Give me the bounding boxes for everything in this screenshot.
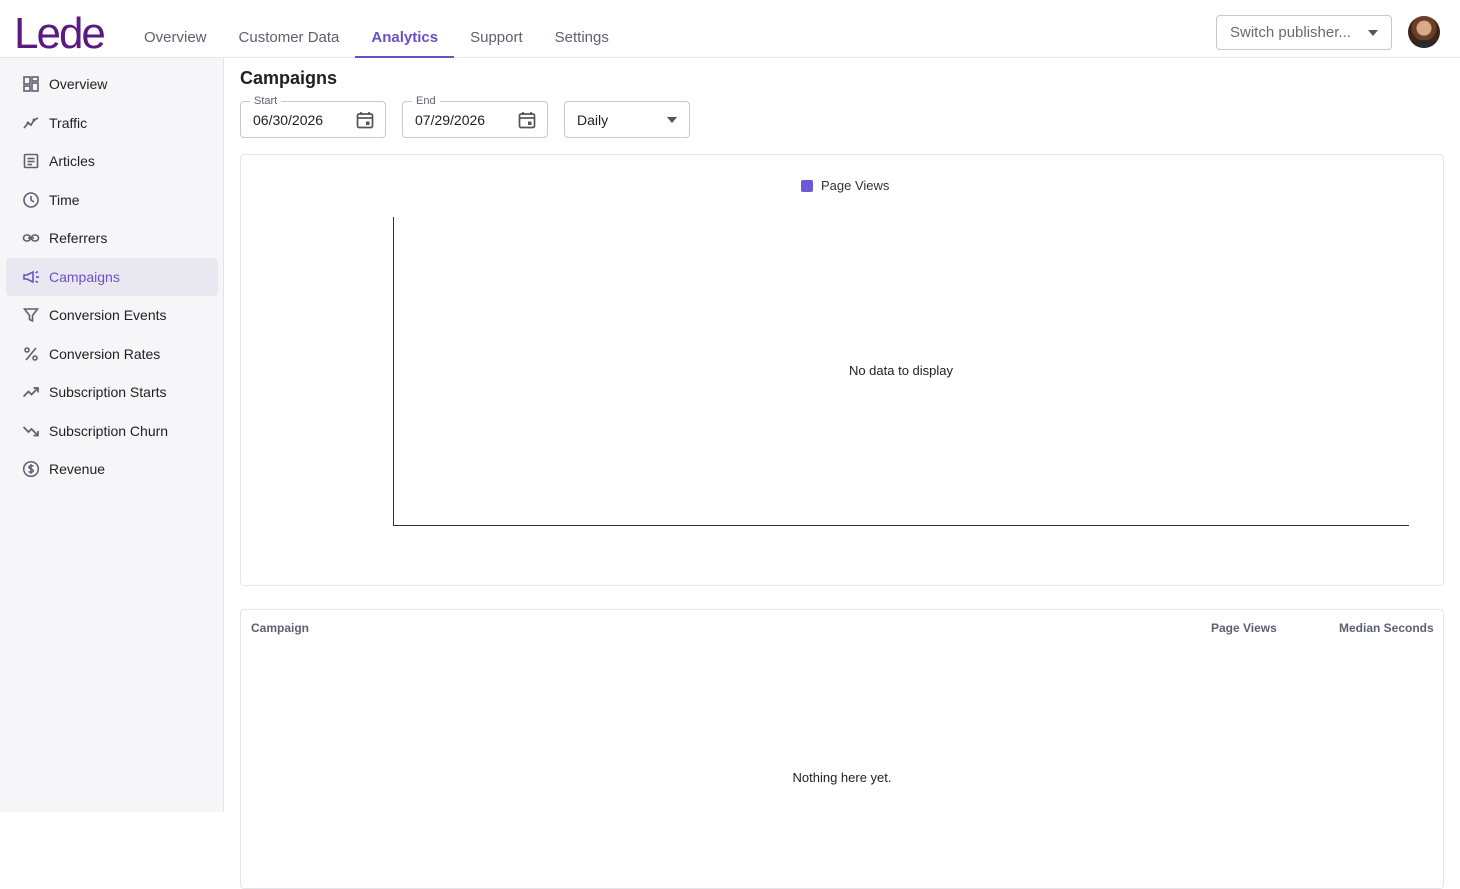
column-header-page-views[interactable]: Page Views (1211, 621, 1277, 635)
chevron-down-icon (667, 116, 677, 123)
page-title: Campaigns (240, 68, 338, 88)
sidebar-item-label: Subscription Starts (49, 384, 167, 400)
topnav-settings[interactable]: Settings (539, 0, 625, 58)
sidebar-item-conversion-events[interactable]: Conversion Events (6, 296, 218, 334)
interval-value: Daily (577, 111, 609, 128)
sidebar: Overview Traffic Articles Time Referrers… (0, 58, 224, 812)
sidebar-item-time[interactable]: Time (6, 181, 218, 219)
sidebar-item-referrers[interactable]: Referrers (6, 219, 218, 257)
column-header-campaign[interactable]: Campaign (251, 621, 309, 635)
end-date-value: 07/29/2026 (415, 111, 486, 128)
sidebar-item-articles[interactable]: Articles (6, 142, 218, 180)
sidebar-item-label: Subscription Churn (49, 423, 169, 439)
percent-icon (24, 347, 38, 361)
avatar[interactable] (1408, 16, 1440, 48)
top-bar: Lede Overview Customer Data Analytics Su… (0, 0, 1460, 58)
publisher-select[interactable]: Switch publisher... (1216, 15, 1392, 50)
calendar-icon[interactable] (517, 110, 537, 130)
sidebar-item-subscription-churn[interactable]: Subscription Churn (6, 412, 218, 450)
interval-select[interactable]: Daily (564, 101, 690, 138)
megaphone-icon (23, 270, 39, 284)
clock-icon (23, 192, 39, 208)
topnav-support[interactable]: Support (454, 0, 539, 58)
sidebar-item-label: Conversion Rates (49, 346, 161, 362)
sidebar-item-revenue[interactable]: Revenue (6, 450, 218, 488)
column-header-median-seconds[interactable]: Median Seconds (1339, 621, 1434, 635)
campaigns-table: Campaign Page Views Median Seconds Nothi… (240, 609, 1444, 889)
chart-plot: No data to display (393, 217, 1409, 526)
end-date-field[interactable]: End 07/29/2026 (402, 95, 548, 138)
trending-up-icon (22, 387, 39, 398)
sidebar-item-label: Overview (49, 76, 108, 92)
trending-down-icon (22, 426, 39, 437)
sidebar-item-label: Campaigns (49, 269, 120, 285)
end-date-label: End (412, 95, 440, 107)
link-icon (22, 234, 40, 242)
sidebar-item-label: Revenue (49, 461, 106, 477)
logo[interactable]: Lede (14, 8, 106, 60)
sidebar-item-overview[interactable]: Overview (6, 65, 218, 103)
sidebar-item-subscription-starts[interactable]: Subscription Starts (6, 373, 218, 411)
top-nav: Overview Customer Data Analytics Support… (128, 0, 625, 58)
topnav-customer-data[interactable]: Customer Data (223, 0, 356, 58)
calendar-icon[interactable] (355, 110, 375, 130)
start-date-field[interactable]: Start 06/30/2026 (240, 95, 386, 138)
topnav-analytics[interactable]: Analytics (355, 0, 454, 58)
sidebar-item-label: Articles (49, 153, 95, 169)
dashboard-icon (23, 76, 39, 92)
start-date-label: Start (250, 95, 282, 107)
dollar-icon (22, 460, 40, 478)
article-icon (23, 153, 39, 169)
sidebar-item-campaigns[interactable]: Campaigns (6, 258, 218, 296)
traffic-chart-icon (23, 117, 39, 129)
topnav-overview[interactable]: Overview (128, 0, 223, 58)
publisher-select-text: Switch publisher... (1230, 24, 1351, 41)
sidebar-item-traffic[interactable]: Traffic (6, 104, 218, 142)
sidebar-item-label: Traffic (49, 115, 88, 131)
sidebar-item-label: Referrers (49, 230, 108, 246)
sidebar-item-label: Time (49, 192, 80, 208)
sidebar-item-conversion-rates[interactable]: Conversion Rates (6, 335, 218, 373)
table-empty-message: Nothing here yet. (792, 770, 892, 785)
chart-card: Page Views No data to display (240, 154, 1444, 586)
no-data-message: No data to display (849, 363, 954, 378)
start-date-value: 06/30/2026 (253, 111, 324, 128)
chevron-down-icon (1368, 29, 1378, 36)
funnel-icon (22, 308, 40, 323)
sidebar-item-label: Conversion Events (49, 307, 167, 323)
